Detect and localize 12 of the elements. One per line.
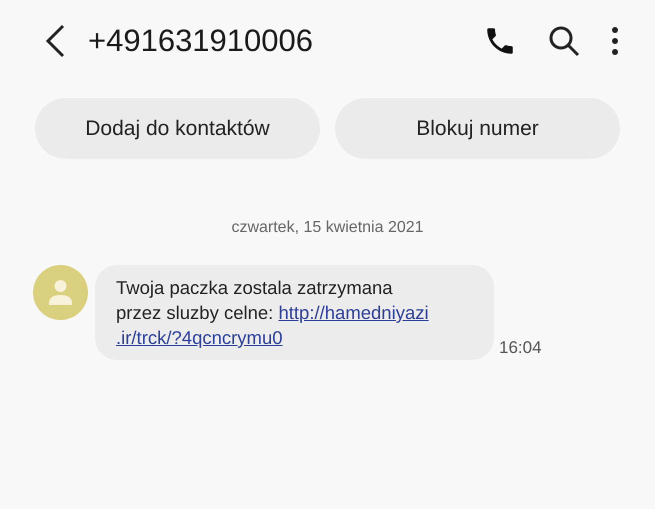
message-link[interactable]: .ir/trck/?4qcncrymu0 bbox=[116, 327, 283, 348]
avatar-icon bbox=[33, 265, 88, 320]
message-link[interactable]: http://hamedniyazi bbox=[278, 302, 429, 323]
message-text: Twoja paczka zostala zatrzymana przez sluzby celne: http://hamedniyazi .ir/trck/?4qcncrymu0 bbox=[95, 265, 494, 360]
date-separator: czwartek, 15 kwietnia 2021 bbox=[231, 219, 424, 237]
message-time: 16:04 bbox=[499, 338, 542, 359]
search-icon[interactable] bbox=[547, 24, 581, 58]
action-button[interactable]: Dodaj do kontaktów bbox=[35, 98, 320, 159]
contact-number: +491631910006 bbox=[88, 23, 314, 59]
more-options-icon[interactable] bbox=[611, 26, 619, 56]
back-icon[interactable] bbox=[44, 24, 66, 58]
action-button[interactable]: Blokuj numer bbox=[335, 98, 620, 159]
